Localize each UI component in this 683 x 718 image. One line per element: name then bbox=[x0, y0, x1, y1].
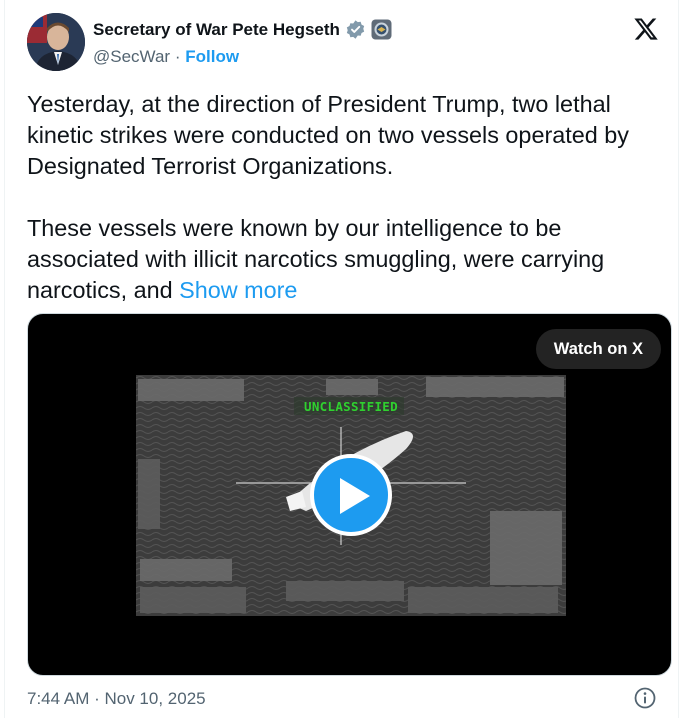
tweet-text: Yesterday, at the direction of President… bbox=[27, 89, 672, 306]
author-name[interactable]: Secretary of War Pete Hegseth bbox=[93, 20, 340, 40]
tweet-paragraph: These vessels were known by our intellig… bbox=[27, 213, 672, 306]
author-handle[interactable]: @SecWar bbox=[93, 47, 170, 66]
tweet-timestamp[interactable]: 7:44 AM · Nov 10, 2025 bbox=[27, 689, 206, 709]
tweet-card: Secretary of War Pete Hegseth @SecWar · … bbox=[4, 0, 679, 718]
tweet-paragraph-text: These vessels were known by our intellig… bbox=[27, 215, 605, 303]
play-button[interactable] bbox=[310, 454, 392, 536]
classification-label: UNCLASSIFIED bbox=[304, 399, 398, 414]
show-more-link[interactable]: Show more bbox=[179, 277, 297, 303]
video-player[interactable]: UNCLASSIFIED Watch on X bbox=[27, 313, 672, 676]
x-logo-icon[interactable] bbox=[633, 16, 659, 42]
tweet-paragraph: Yesterday, at the direction of President… bbox=[27, 91, 629, 179]
author-name-row: Secretary of War Pete Hegseth bbox=[93, 19, 392, 40]
author-handle-row: @SecWar · Follow bbox=[93, 47, 239, 67]
play-icon bbox=[340, 478, 370, 514]
verified-badge-icon bbox=[345, 19, 366, 40]
handle-separator: · bbox=[174, 47, 181, 66]
info-icon[interactable] bbox=[634, 687, 656, 709]
follow-button[interactable]: Follow bbox=[185, 47, 239, 66]
avatar[interactable] bbox=[27, 13, 85, 71]
government-seal-icon bbox=[371, 19, 392, 40]
watch-on-x-button[interactable]: Watch on X bbox=[535, 329, 661, 369]
